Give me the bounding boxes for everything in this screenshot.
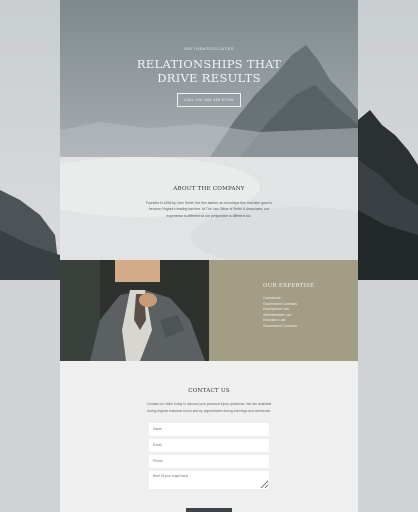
contact-text: Contact our office today to discuss your… [146,402,272,413]
hero-title-line2: DRIVE RESULTS [157,71,261,85]
about-section: ABOUT THE COMPANY Founded in 1896 by Joh… [60,157,358,260]
phone-input[interactable] [149,455,269,469]
about-title: ABOUT THE COMPANY [173,186,245,192]
contact-title: CONTACT US [188,388,230,394]
expertise-title: OUR EXPERTISE [263,283,315,289]
name-input[interactable] [149,423,269,437]
about-text: Founded in 1896 by John Smith, the firm … [145,201,273,218]
contact-form [149,423,269,490]
submit-button[interactable] [186,508,232,512]
hero-section: SMITH&ASSOCIATES RELATIONSHIPS THAT DRIV… [60,0,358,157]
expertise-panel: OUR EXPERTISE Contractual Government Con… [209,260,358,361]
expertise-list: Contractual Government Contracts Employm… [263,296,297,330]
lawyer-portrait-image [60,260,209,361]
brand-name: SMITH&ASSOCIATES [184,46,234,51]
expertise-item[interactable]: Government Contracts [263,324,297,330]
legal-issue-textarea[interactable] [149,471,269,490]
call-us-button[interactable]: CALL US: 555 456 87245 [177,93,241,107]
contact-section: CONTACT US Contact our office today to d… [60,361,358,512]
expertise-section: OUR EXPERTISE Contractual Government Con… [60,260,358,361]
email-input[interactable] [149,439,269,453]
page-container: SMITH&ASSOCIATES RELATIONSHIPS THAT DRIV… [60,0,358,512]
hero-title-line1: RELATIONSHIPS THAT [136,57,282,71]
hero-title: RELATIONSHIPS THAT DRIVE RESULTS [60,57,358,85]
